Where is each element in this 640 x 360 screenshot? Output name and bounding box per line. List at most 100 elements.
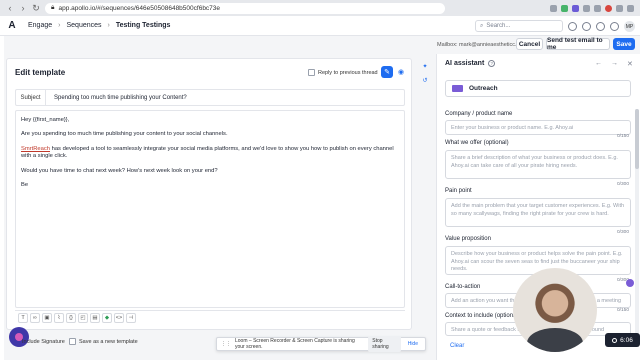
avatar[interactable]: MP bbox=[624, 21, 635, 32]
record-icon[interactable] bbox=[605, 4, 612, 12]
body-line: SmrtReach has developed a tool to seamle… bbox=[21, 146, 399, 161]
help-icon[interactable] bbox=[596, 22, 605, 31]
browser-bar: ‹ › ↻ 🔒︎ app.apollo.io/#/sequences/646e5… bbox=[0, 0, 640, 16]
reload-icon[interactable]: ↻ bbox=[32, 3, 40, 14]
send-test-email-button[interactable]: Send test email to me bbox=[546, 37, 610, 51]
ai-title-text: AI assistant bbox=[445, 60, 485, 67]
breadcrumb-sequences[interactable]: Sequences bbox=[66, 22, 101, 29]
image-icon[interactable]: ▣ bbox=[42, 312, 52, 323]
offer-input[interactable]: Share a brief description of what your b… bbox=[445, 150, 631, 179]
save-button[interactable]: Save bbox=[613, 38, 635, 50]
history-icon[interactable]: ↺ bbox=[421, 76, 429, 84]
char-counter: 0/300 bbox=[617, 230, 630, 235]
extension-icon[interactable] bbox=[572, 4, 579, 12]
preset-value: Outreach bbox=[469, 85, 498, 92]
search-placeholder: Search... bbox=[486, 23, 511, 29]
snippet-icon[interactable]: ◰ bbox=[78, 312, 88, 323]
grip-icon: ⋮⋮ bbox=[221, 341, 231, 347]
profile-icon[interactable] bbox=[616, 4, 623, 12]
header-icons: MP bbox=[568, 21, 635, 32]
ai-panel-scrollbar[interactable] bbox=[635, 109, 639, 339]
mailbox-label: Mailbox: mark@annieaestheticc.com bbox=[437, 42, 527, 48]
company-name-input[interactable]: Enter your business or product name. E.g… bbox=[445, 120, 631, 135]
arrow-left-icon[interactable]: ← bbox=[595, 60, 602, 68]
text-format-icon[interactable]: T bbox=[18, 312, 28, 323]
ai-panel-nav: ← → ✕ bbox=[595, 60, 633, 68]
ai-assistant-title: AI assistant ? bbox=[445, 60, 496, 67]
body-line: Would you have time to chat next week? H… bbox=[21, 167, 218, 174]
assistant-badge-icon[interactable] bbox=[626, 279, 634, 287]
menu-icon[interactable] bbox=[627, 4, 634, 12]
webcam-overlay bbox=[513, 268, 597, 352]
format-toolbar: T ∞ ▣ ⌇ {} ◰ ▤ ◆ <> ⊣ bbox=[15, 310, 405, 324]
address-bar[interactable]: 🔒︎ app.apollo.io/#/sequences/646e5050864… bbox=[45, 2, 445, 14]
apollo-logo-icon[interactable]: A bbox=[6, 20, 18, 32]
scrollbar-thumb[interactable] bbox=[635, 109, 639, 169]
pain-point-input[interactable]: Add the main problem that your target cu… bbox=[445, 198, 631, 227]
checkbox-icon[interactable] bbox=[69, 338, 76, 345]
recording-timer: 6:06 bbox=[605, 333, 640, 347]
forward-icon[interactable]: › bbox=[19, 3, 27, 13]
app-header: A Engage › Sequences › Testing Testings … bbox=[0, 16, 640, 36]
screen-share-banner: ⋮⋮ Loom – Screen Recorder & Screen Captu… bbox=[216, 336, 426, 352]
attachment-icon[interactable]: ⌇ bbox=[54, 312, 64, 323]
panel-title: Edit template bbox=[15, 68, 66, 77]
screen-share-message: Loom – Screen Recorder & Screen Capture … bbox=[235, 338, 355, 350]
subject-input[interactable]: Spending too much time publishing your C… bbox=[46, 95, 187, 101]
settings-icon[interactable] bbox=[610, 22, 619, 31]
char-counter: 0/300 bbox=[617, 182, 630, 187]
url-text: app.apollo.io/#/sequences/646e50508648b5… bbox=[58, 4, 221, 12]
phone-icon[interactable] bbox=[568, 22, 577, 31]
email-body-editor[interactable]: Hey {{first_name}}, Are you spending too… bbox=[15, 110, 405, 308]
breadcrumb-engage[interactable]: Engage bbox=[28, 22, 52, 29]
android-icon[interactable]: ◆ bbox=[102, 312, 112, 323]
arrow-right-icon[interactable]: → bbox=[611, 60, 618, 68]
document-icon[interactable]: ▤ bbox=[90, 312, 100, 323]
eye-icon: ◉ bbox=[397, 69, 405, 76]
reply-previous-label: Reply to previous thread bbox=[318, 69, 378, 76]
include-signature-label[interactable]: Include Signature bbox=[22, 339, 65, 345]
outreach-icon bbox=[452, 85, 463, 92]
subject-label: Subject bbox=[16, 90, 46, 105]
field-label: What we offer (optional) bbox=[445, 140, 509, 146]
edit-template-panel: Edit template Reply to previous thread ✎… bbox=[6, 58, 412, 330]
activity-icon[interactable] bbox=[582, 22, 591, 31]
extension-icon[interactable] bbox=[550, 4, 557, 12]
char-counter: 0/150 bbox=[617, 308, 630, 313]
field-label: Context to include (optional) bbox=[445, 313, 520, 319]
reply-previous-checkbox[interactable]: Reply to previous thread bbox=[308, 69, 378, 76]
chevron-right-icon: › bbox=[107, 22, 110, 29]
preset-select[interactable]: Outreach bbox=[445, 80, 631, 97]
timer-text: 6:06 bbox=[620, 336, 633, 344]
cancel-button[interactable]: Cancel bbox=[516, 38, 543, 50]
save-new-template-checkbox[interactable]: Save as a new template bbox=[69, 338, 138, 345]
pen-icon: ✎ bbox=[384, 69, 390, 76]
stop-sharing-button[interactable]: Stop sharing bbox=[368, 336, 401, 352]
extension-icons bbox=[550, 4, 634, 12]
extension-icon[interactable] bbox=[561, 4, 568, 12]
side-toolbar: ✦ ↺ bbox=[421, 62, 431, 84]
search-icon: ⌕ bbox=[480, 22, 484, 29]
hide-button[interactable]: Hide bbox=[405, 341, 421, 347]
code-icon[interactable]: <> bbox=[114, 312, 124, 323]
search-input[interactable]: ⌕ Search... bbox=[475, 20, 563, 32]
ai-sparkle-icon[interactable]: ✦ bbox=[421, 62, 429, 70]
link-icon[interactable]: ∞ bbox=[30, 312, 40, 323]
subject-field[interactable]: Subject Spending too much time publishin… bbox=[15, 89, 405, 106]
extension-icon[interactable] bbox=[594, 4, 601, 12]
chevron-right-icon: › bbox=[58, 22, 61, 29]
back-icon[interactable]: ‹ bbox=[6, 3, 14, 13]
body-line-text: has developed a tool to seamlessly integ… bbox=[21, 145, 394, 160]
variable-icon[interactable]: {} bbox=[66, 312, 76, 323]
company-link[interactable]: SmrtReach bbox=[21, 146, 50, 152]
body-greeting: Hey {{first_name}}, bbox=[21, 117, 70, 123]
lock-icon: 🔒︎ bbox=[51, 4, 55, 11]
embed-icon[interactable]: ⊣ bbox=[126, 312, 136, 323]
extension-icon[interactable] bbox=[583, 4, 590, 12]
preview-button[interactable]: ◉ bbox=[396, 67, 406, 77]
clear-button[interactable]: Clear bbox=[450, 343, 464, 349]
close-icon[interactable]: ✕ bbox=[627, 60, 633, 68]
checkbox-icon[interactable] bbox=[308, 69, 315, 76]
info-icon[interactable]: ? bbox=[488, 60, 496, 67]
edit-pen-button[interactable]: ✎ bbox=[381, 66, 393, 78]
